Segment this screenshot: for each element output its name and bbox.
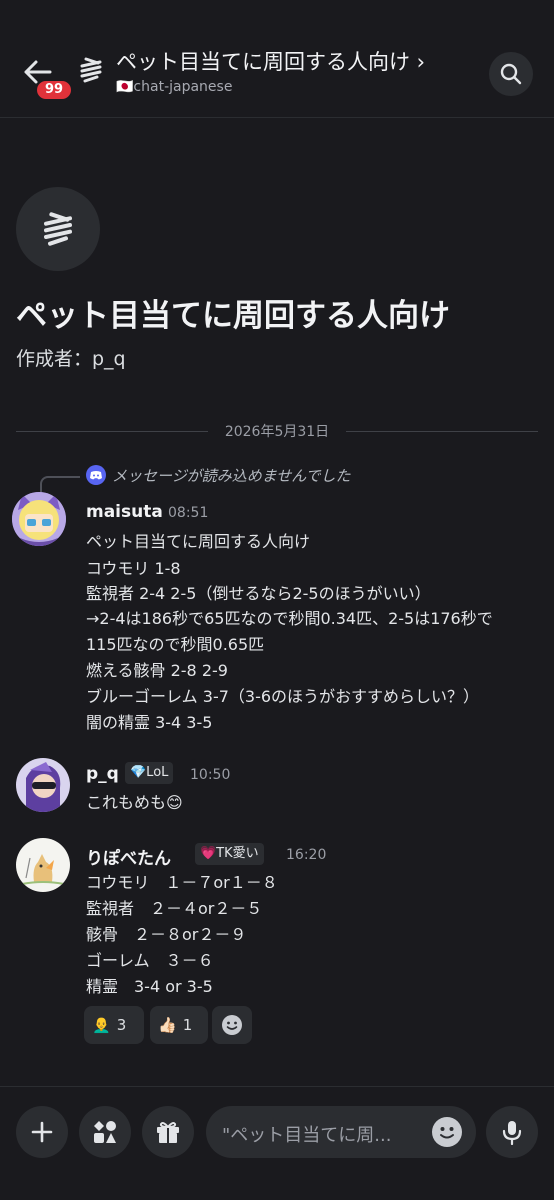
divider-line-right xyxy=(346,431,538,432)
apps-button[interactable] xyxy=(79,1106,131,1158)
discord-icon xyxy=(86,465,106,485)
message-line: 監視者 2-4 2-5（倒せるなら2-5のほうがいい） xyxy=(86,584,431,603)
voice-message-button[interactable] xyxy=(486,1106,538,1158)
search-icon xyxy=(500,63,522,85)
message-line: コウモリ 1-8 xyxy=(86,559,181,578)
thread-creator: 作成者：p_q xyxy=(16,348,126,370)
add-reaction-button[interactable] xyxy=(212,1006,252,1044)
gift-button[interactable] xyxy=(142,1106,194,1158)
message-line: 監視者 ２－４or２－５ xyxy=(86,899,263,918)
reaction-chip[interactable]: 👍🏻 1 xyxy=(150,1006,208,1044)
message-username[interactable]: maisuta xyxy=(86,502,163,522)
message-timestamp: 08:51 xyxy=(168,505,209,521)
message-line: 骸骨 ２－８or２－９ xyxy=(86,925,247,944)
role-tag[interactable]: 💗TK愛い xyxy=(195,843,264,865)
thread-title-header[interactable]: ペット目当てに周回する人向け › xyxy=(116,46,425,76)
message-line: コウモリ １－７or１－８ xyxy=(86,873,278,892)
avatar[interactable] xyxy=(16,758,70,812)
gift-icon xyxy=(157,1122,179,1143)
date-divider: 2026年5月31日 xyxy=(224,424,330,440)
message-line: 115匹なので秒間0.65匹 xyxy=(86,635,265,654)
search-button[interactable] xyxy=(489,52,533,96)
channel-header: 99 ペット目当てに周回する人向け › 🇯🇵chat-japanese xyxy=(0,0,554,118)
reaction-emoji: 👍🏻 xyxy=(158,1016,177,1034)
role-tag[interactable]: 💎LoL xyxy=(125,762,174,784)
reply-reference-text[interactable]: メッセージが読み込めませんでした xyxy=(112,465,351,486)
emoji-button[interactable] xyxy=(432,1117,462,1147)
message-username[interactable]: りぽべたん xyxy=(86,844,171,869)
plus-icon xyxy=(31,1121,53,1143)
message-line: ペット目当てに周回する人向け xyxy=(86,532,311,551)
parent-channel-name[interactable]: 🇯🇵chat-japanese xyxy=(116,79,232,95)
message-line: ゴーレム ３－６ xyxy=(86,951,214,970)
message-timestamp: 16:20 xyxy=(286,847,327,863)
message-line: 燃える骸骨 2-8 2-9 xyxy=(86,661,228,680)
add-reaction-icon xyxy=(222,1015,242,1035)
reply-connector xyxy=(40,476,80,492)
emoji-icon xyxy=(440,1127,454,1139)
thread-icon-large xyxy=(16,187,100,271)
message-line: 闇の精霊 3-4 3-5 xyxy=(86,713,213,732)
avatar[interactable] xyxy=(16,838,70,892)
message-username[interactable]: p_q xyxy=(86,764,119,784)
thread-title: ペット目当てに周回する人向け xyxy=(16,298,450,334)
reaction-count: 3 xyxy=(116,1016,127,1034)
reaction-count: 1 xyxy=(182,1016,193,1034)
thread-icon xyxy=(77,55,105,85)
message-timestamp: 10:50 xyxy=(190,767,231,783)
message-line: 精霊 3-4 or 3-5 xyxy=(86,977,213,996)
reaction-emoji: 👨‍🦲 xyxy=(92,1016,111,1034)
message-line: →2-4は186秒で65匹なので秒間0.34匹、2-5は176秒で xyxy=(86,609,493,628)
message-input-placeholder: "ペット目当てに周... xyxy=(222,1125,392,1146)
message-input[interactable]: "ペット目当てに周... xyxy=(206,1106,476,1158)
attach-button[interactable] xyxy=(16,1106,68,1158)
divider-line-left xyxy=(16,431,208,432)
avatar[interactable] xyxy=(12,492,66,546)
message-line: これもめも😊 xyxy=(86,793,183,812)
unread-badge: 99 xyxy=(35,79,73,101)
message-line: ブルーゴーレム 3-7（3-6のほうがおすすめらしい？） xyxy=(86,687,480,706)
reaction-chip[interactable]: 👨‍🦲 3 xyxy=(84,1006,144,1044)
microphone-icon xyxy=(502,1121,522,1145)
apps-icon xyxy=(94,1121,116,1143)
